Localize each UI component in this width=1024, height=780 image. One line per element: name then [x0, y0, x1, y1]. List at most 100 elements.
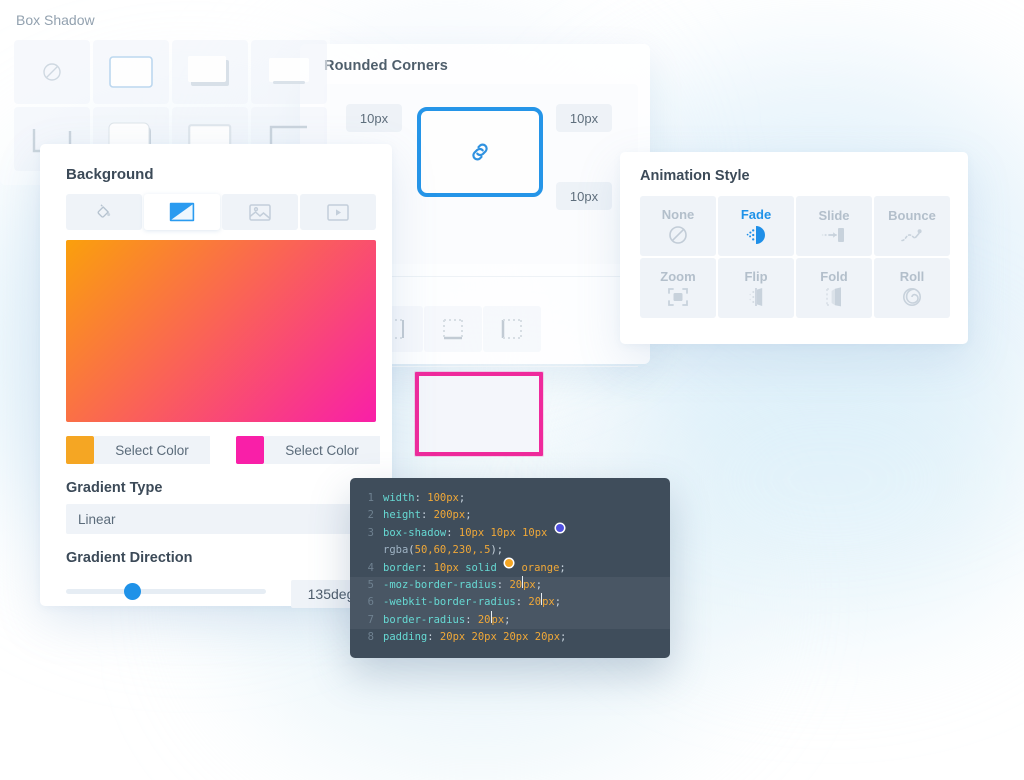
gradient-direction-row: 135deg — [66, 574, 376, 610]
code-token: px — [542, 594, 555, 611]
corner-radius-input-top-right[interactable]: 10px — [556, 104, 612, 132]
code-token: 100px — [427, 490, 459, 507]
code-token: : — [421, 560, 434, 577]
code-token: padding — [383, 629, 427, 646]
color-swatch-end[interactable] — [236, 436, 264, 464]
code-token: 10px 10px 10px — [459, 525, 554, 542]
animation-option-bounce[interactable]: Bounce — [874, 196, 950, 256]
animation-option-fold[interactable]: Fold — [796, 258, 872, 318]
gradient-preview[interactable] — [66, 240, 376, 422]
background-title: Background — [66, 166, 154, 183]
background-glow — [620, 330, 1024, 630]
text-cursor — [522, 576, 523, 588]
color-stop-2: Select Color — [236, 436, 380, 464]
code-token: 20 — [478, 612, 491, 629]
code-token: ; — [555, 594, 561, 611]
corner-radius-input-top-left[interactable]: 10px — [346, 104, 402, 132]
box-shadow-option-bottom-thin[interactable] — [251, 40, 327, 104]
color-stops-row: Select Color Select Color — [66, 436, 380, 464]
code-token: ; — [536, 577, 542, 594]
box-shadow-option-none[interactable] — [14, 40, 90, 104]
animation-option-flip[interactable]: Flip — [718, 258, 794, 318]
box-shadow-option-flat[interactable] — [93, 40, 169, 104]
corner-radius-input-bottom-right[interactable]: 10px — [556, 182, 612, 210]
animation-style-options: None Fade Slide — [640, 196, 950, 318]
gradient-type-select[interactable]: Linear — [66, 504, 376, 534]
code-line: 7border-radius: 20px; — [350, 612, 670, 629]
animation-option-label: Slide — [818, 208, 849, 223]
code-token: 10px — [434, 560, 466, 577]
code-token: height — [383, 507, 421, 524]
shadow-none-selected-icon — [109, 56, 153, 88]
code-token: ; — [465, 507, 471, 524]
zoom-icon — [666, 286, 690, 308]
code-token: border-radius — [383, 612, 465, 629]
line-number: 3 — [360, 525, 374, 542]
code-token: : — [415, 490, 428, 507]
line-number: 5 — [360, 577, 374, 594]
code-token: : — [465, 612, 478, 629]
video-icon — [327, 204, 349, 221]
animation-option-label: Roll — [900, 269, 925, 284]
fold-icon — [822, 286, 846, 308]
code-token: : — [516, 594, 529, 611]
code-token: 20 — [528, 594, 541, 611]
animation-option-slide[interactable]: Slide — [796, 196, 872, 256]
flip-icon — [744, 286, 768, 308]
color-swatch-start[interactable] — [66, 436, 94, 464]
roll-icon — [900, 286, 924, 308]
background-type-tabs — [66, 194, 376, 230]
animation-option-none[interactable]: None — [640, 196, 716, 256]
tab-gradient[interactable] — [144, 194, 220, 230]
corner-left-icon-cell[interactable] — [483, 306, 541, 352]
code-line: 2height: 200px; — [350, 507, 670, 524]
code-line: 4border: 10px solid orange; — [350, 560, 670, 577]
animation-option-label: None — [662, 207, 695, 222]
code-token: ); — [490, 542, 503, 559]
no-shadow-icon — [41, 61, 63, 83]
tab-video[interactable] — [300, 194, 376, 230]
line-number: 7 — [360, 612, 374, 629]
animation-option-label: Flip — [744, 269, 767, 284]
line-number: 4 — [360, 560, 374, 577]
corner-bottom-icon-cell[interactable] — [424, 306, 482, 352]
code-token: ; — [504, 612, 510, 629]
color-swatch-dot-blue[interactable] — [556, 524, 564, 532]
rounded-corners-preview — [417, 107, 543, 197]
animation-option-label: Fade — [741, 207, 771, 222]
color-stop-1: Select Color — [66, 436, 210, 464]
code-token: 200px — [434, 507, 466, 524]
animation-option-roll[interactable]: Roll — [874, 258, 950, 318]
code-token: ; — [459, 490, 465, 507]
code-token: -webkit-border-radius — [383, 594, 516, 611]
code-token: orange — [515, 560, 559, 577]
tab-solid-color[interactable] — [66, 194, 142, 230]
code-token: 20 — [509, 577, 522, 594]
code-token: : — [446, 525, 459, 542]
animation-style-title: Animation Style — [640, 168, 750, 184]
animation-style-panel: Animation Style None Fade Slide — [620, 152, 968, 344]
animation-option-fade[interactable]: Fade — [718, 196, 794, 256]
gradient-icon — [169, 202, 195, 222]
color-swatch-dot-orange[interactable] — [505, 559, 513, 567]
code-editor-panel[interactable]: 1width: 100px;2height: 200px;3box-shadow… — [350, 478, 670, 658]
code-lines: 1width: 100px;2height: 200px;3box-shadow… — [350, 490, 670, 647]
select-color-button-start[interactable]: Select Color — [94, 436, 210, 464]
box-shadow-option-bottom-right[interactable] — [172, 40, 248, 104]
code-token: width — [383, 490, 415, 507]
paint-bucket-icon — [94, 202, 114, 222]
tab-image[interactable] — [222, 194, 298, 230]
select-color-button-end[interactable]: Select Color — [264, 436, 380, 464]
no-animation-icon — [667, 224, 689, 246]
gradient-direction-slider[interactable] — [66, 589, 266, 594]
text-cursor — [541, 593, 542, 605]
code-line: 8padding: 20px 20px 20px 20px; — [350, 629, 670, 646]
code-token: -moz-border-radius — [383, 577, 497, 594]
animation-option-zoom[interactable]: Zoom — [640, 258, 716, 318]
link-icon — [467, 139, 493, 165]
code-line: 5-moz-border-radius: 20px; — [350, 577, 670, 594]
border-preview-rectangle — [415, 372, 543, 456]
bounce-icon — [899, 225, 925, 245]
code-token: ; — [559, 560, 565, 577]
gradient-direction-slider-thumb[interactable] — [124, 583, 141, 600]
